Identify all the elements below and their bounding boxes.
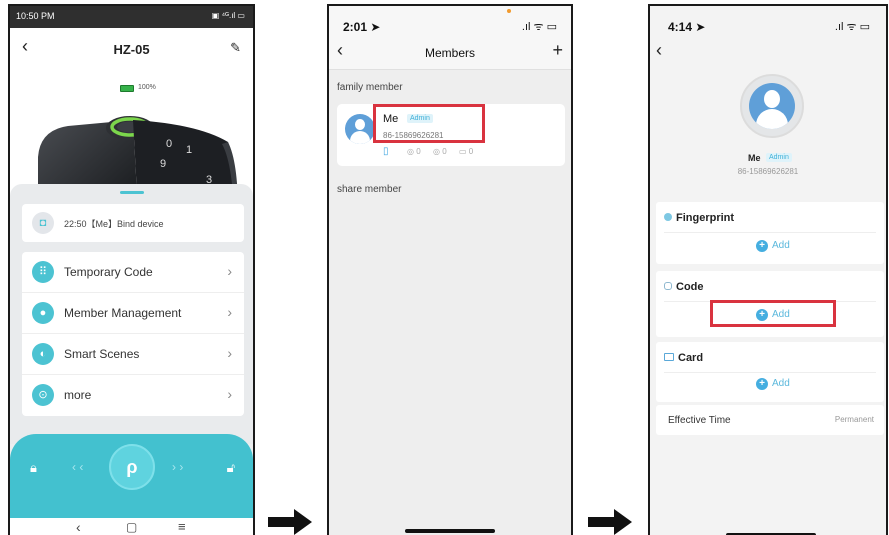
menu-item-member-management[interactable]: ● Member Management › [22,293,244,334]
menu-item-label: Member Management [64,306,182,320]
status-icons: ▣ ⁴ᴳ.ıl ▭ [211,11,245,20]
avatar [345,114,375,144]
section-share-member: share member [337,184,402,195]
unlock-key-button[interactable]: ρ [109,444,155,490]
effective-time-value: Permanent [834,415,874,424]
section-family-member: family member [337,82,403,93]
highlight-box [710,300,836,327]
card-count: ▭ 0 [459,147,474,156]
fingerprint-count: ◎ 0 [407,147,421,156]
add-card-button[interactable]: + Add [756,378,790,390]
keypad-digit: 1 [186,144,193,156]
phone-icon: ▯ [383,146,389,157]
effective-time-row[interactable]: Effective Time Permanent [656,405,884,435]
add-fingerprint-button[interactable]: + Add [756,240,790,252]
status-time: 4:14 ➤ [668,20,706,34]
members-screen: 2:01 ➤ .ıl ᯤ ▭ ‹ Members + family member… [327,4,573,535]
locked-icon: 🔒︎ [30,460,37,475]
status-icons: .ıl ᯤ ▭ [834,21,870,33]
member-detail-screen: 4:14 ➤ .ıl ᯤ ▭ ‹ Me Admin 86-15869626281… [648,4,888,535]
nav-menu-icon[interactable]: ≡ [178,519,186,534]
add-label: Add [772,240,790,251]
notice-text: 22:50【Me】Bind device [64,219,164,229]
unlock-panel: 🔒︎ ‹ ‹ ρ › › 🔓︎ [10,434,253,518]
chevron-right-icon: › [227,386,232,402]
android-nav-bar: ‹ ▢ ≡ [10,518,253,535]
nav-home-icon[interactable]: ▢ [126,520,137,534]
menu-item-more[interactable]: ⊙ more › [22,375,244,416]
fingerprint-icon [664,213,672,221]
divider [664,232,876,233]
home-indicator [405,529,495,533]
toggle-icon: ◐ [32,343,54,365]
card-icon [664,353,674,361]
keypad-digit: 0 [166,138,173,150]
code-count: ◎ 0 [433,147,447,156]
avatar [740,74,804,138]
status-time: 2:01 ➤ [343,20,381,34]
status-icons: .ıl ᯤ ▭ [521,21,557,33]
plus-icon: + [756,240,768,252]
chevron-right-icon: › [227,263,232,279]
chevron-right-icon: › [227,345,232,361]
highlight-box [373,104,485,143]
card-title: Card [664,352,703,364]
device-header-area: 10:50 PM ▣ ⁴ᴳ.ıl ▭ ‹ HZ-05 ✎ 100% 0 1 9 … [10,6,253,212]
back-icon[interactable]: ‹ [656,40,662,61]
card-section: Card + Add [656,342,884,402]
battery-icon [120,85,134,92]
notice-card[interactable]: ◘ 22:50【Me】Bind device [22,204,244,242]
chevron-right-icon: › [227,304,232,320]
edit-icon[interactable]: ✎ [230,40,241,56]
page-title: Members [424,46,475,60]
bell-icon: ◘ [32,212,54,234]
fingerprint-count-value: 0 [416,147,421,156]
code-count-value: 0 [442,147,447,156]
effective-time-label: Effective Time [668,415,731,426]
menu-item-smart-scenes[interactable]: ◐ Smart Scenes › [22,334,244,375]
nav-back-icon[interactable]: ‹ [76,519,81,535]
battery-level: 100% [138,84,156,91]
more-icon: ⊙ [32,384,54,406]
menu-item-label: Smart Scenes [64,347,140,361]
privacy-dot [507,9,511,13]
tutorial-stage: 10:50 PM ▣ ⁴ᴳ.ıl ▭ ‹ HZ-05 ✎ 100% 0 1 9 … [0,0,889,535]
add-member-button[interactable]: + [552,40,563,61]
step-arrow-icon [268,509,312,535]
card-title-text: Card [678,352,704,364]
admin-badge: Admin [766,153,792,162]
fingerprint-title: Fingerprint [664,212,734,224]
unlocked-icon: 🔓︎ [226,460,235,475]
menu-card: ⠿ Temporary Code › ● Member Management ›… [22,252,244,416]
code-icon [664,282,672,290]
menu-item-label: Temporary Code [64,265,153,279]
person-icon: ● [32,302,54,324]
sheet-handle[interactable] [120,191,144,194]
step-arrow-icon [588,509,632,535]
card-count-value: 0 [468,147,474,156]
menu-item-label: more [64,388,92,402]
slide-left-hint: ‹ ‹ [72,460,84,474]
fingerprint-title-text: Fingerprint [676,212,735,224]
fingerprint-section: Fingerprint + Add [656,202,884,264]
slide-right-hint: › › [172,460,184,474]
status-bar: 10:50 PM ▣ ⁴ᴳ.ıl ▭ [10,6,253,28]
lock-home-screen: 10:50 PM ▣ ⁴ᴳ.ıl ▭ ‹ HZ-05 ✎ 100% 0 1 9 … [8,4,255,535]
member-detail-header: 4:14 ➤ .ıl ᯤ ▭ ‹ Me Admin 86-15869626281 [650,6,886,196]
add-label: Add [772,378,790,389]
device-title: HZ-05 [113,42,150,57]
status-time: 10:50 PM [16,11,55,21]
member-name: Me [748,153,761,163]
plus-icon: + [756,378,768,390]
grid-icon: ⠿ [32,261,54,283]
members-header: 2:01 ➤ .ıl ᯤ ▭ ‹ Members + [329,6,571,70]
control-sheet: ◘ 22:50【Me】Bind device ⠿ Temporary Code … [10,184,253,444]
code-title-text: Code [676,281,704,293]
divider [664,372,876,373]
member-phone: 86-15869626281 [737,167,799,176]
code-title: Code [664,281,704,293]
keypad-digit: 9 [160,158,167,170]
menu-item-temporary-code[interactable]: ⠿ Temporary Code › [22,252,244,293]
